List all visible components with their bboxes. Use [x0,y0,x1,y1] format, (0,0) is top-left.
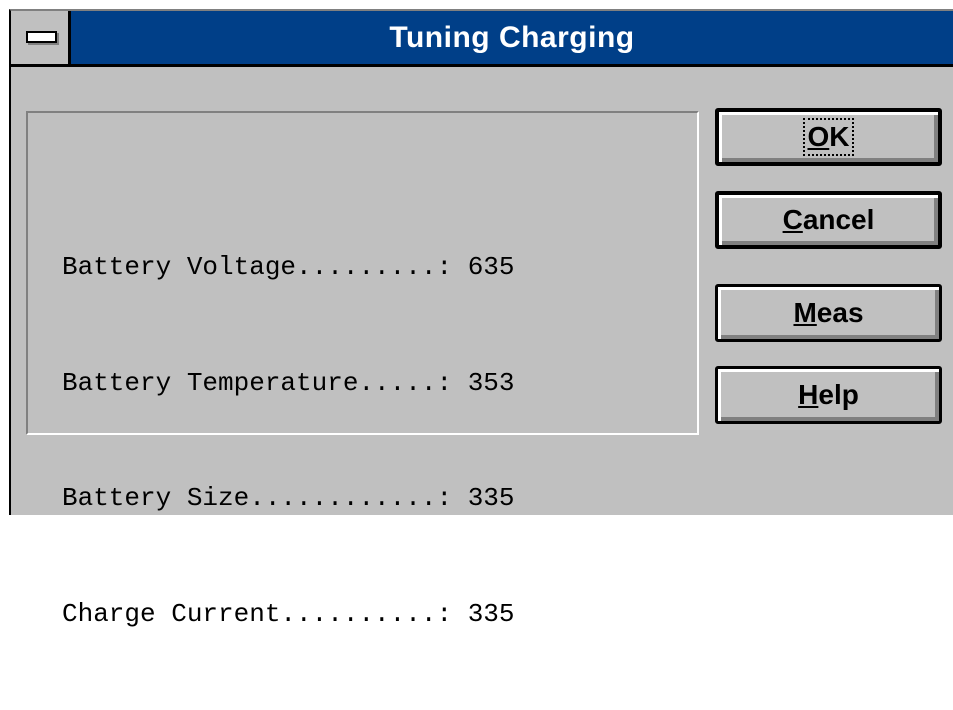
title-bar: Tuning Charging [11,11,953,67]
meas-button-label: Meas [793,297,864,328]
ok-button-label: OK [803,118,854,156]
meas-button[interactable]: Meas [715,284,942,342]
reading-row-battery-voltage: Battery Voltage.........: 635 [62,248,515,287]
reading-label: Battery Temperature.....: [62,367,453,398]
reading-row-charge-current: Charge Current..........: 335 [62,595,515,634]
system-menu-button[interactable] [11,11,71,64]
help-button[interactable]: Help [715,366,942,424]
help-button-label: Help [798,379,859,410]
reading-label: Charge Current..........: [62,598,453,629]
reading-value: 353 [467,367,515,398]
ok-button[interactable]: OK [715,108,942,166]
reading-label: Battery Voltage.........: [62,252,453,282]
reading-label: Battery Size............: [62,483,453,513]
reading-value: 335 [467,483,515,513]
readings-panel: Battery Voltage.........: 635 Battery Te… [26,111,699,629]
window-title: Tuning Charging [389,21,635,54]
reading-row-battery-size: Battery Size............: 335 [62,479,515,518]
reading-value: 635 [467,252,515,282]
reading-row-battery-temperature: Battery Temperature.....: 353 [62,364,515,403]
tuning-charging-dialog: Tuning Charging Battery Voltage.........… [9,9,953,629]
reading-value: 335 [467,598,515,629]
cancel-button-label: Cancel [782,204,875,235]
system-menu-icon [26,31,57,43]
readings-list: Battery Voltage.........: 635 Battery Te… [62,171,515,710]
cancel-button[interactable]: Cancel [715,191,942,249]
